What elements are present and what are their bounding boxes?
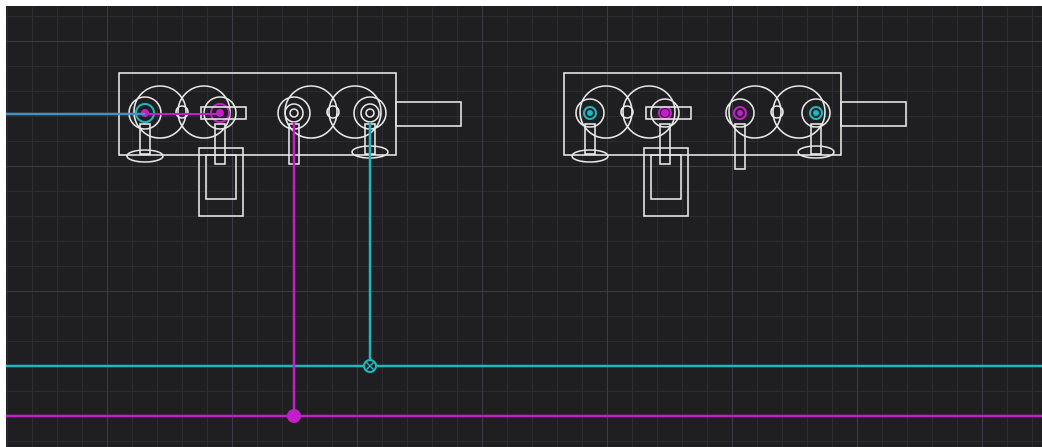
bracket-inner xyxy=(650,154,682,200)
port-fitting[interactable] xyxy=(126,96,164,163)
handle-outline xyxy=(395,101,462,127)
valve-assembly-right[interactable] xyxy=(563,72,907,217)
magenta-junction-node[interactable] xyxy=(287,409,301,423)
port-fitting[interactable] xyxy=(571,98,609,163)
valve-assembly-left[interactable] xyxy=(118,72,462,217)
cad-drawing-canvas[interactable] xyxy=(6,6,1042,447)
port-fitting[interactable] xyxy=(200,96,247,165)
cad-drawing-viewport[interactable] xyxy=(6,6,1042,447)
port-fitting[interactable] xyxy=(797,98,835,159)
cyan-junction-node[interactable] xyxy=(363,359,377,373)
handle-outline xyxy=(840,101,907,127)
bracket-inner xyxy=(205,154,237,200)
